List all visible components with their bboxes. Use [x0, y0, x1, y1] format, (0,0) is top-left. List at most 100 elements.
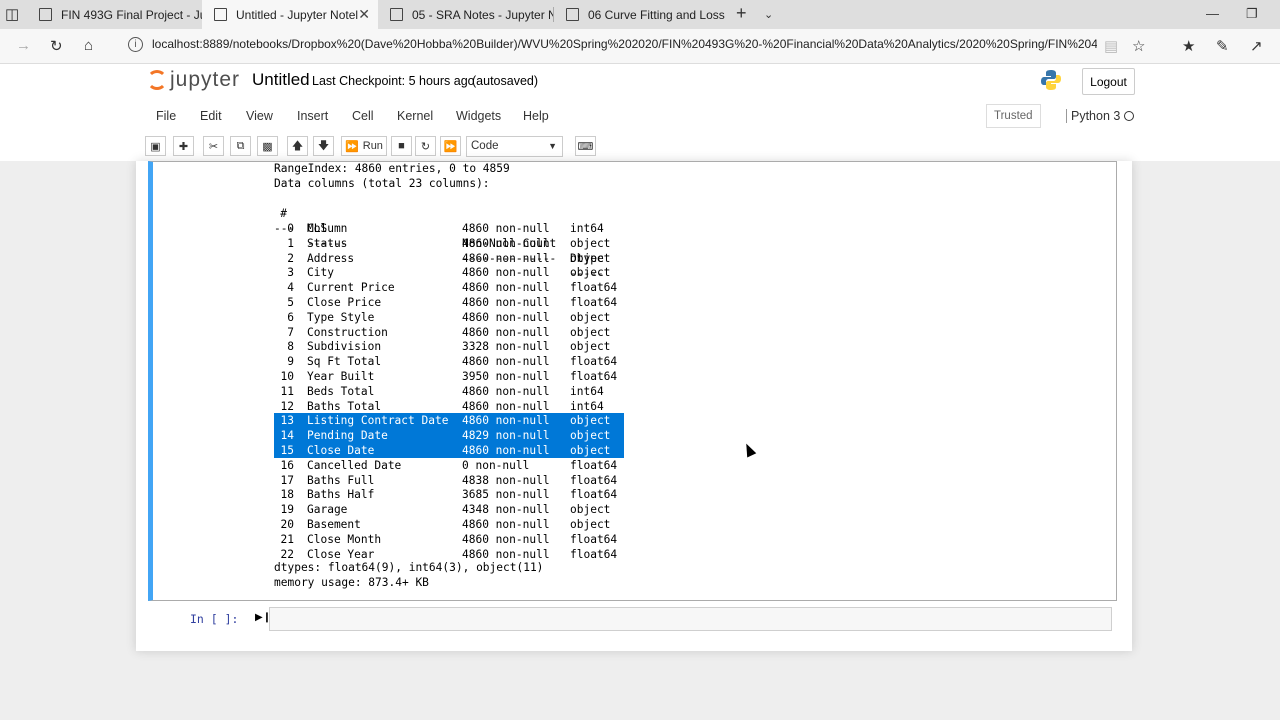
share-icon[interactable]: ↗: [1250, 37, 1263, 55]
row-column: City: [307, 266, 334, 280]
menu-edit[interactable]: Edit: [200, 109, 222, 123]
cut-button[interactable]: ✂: [203, 136, 224, 156]
row-column: Year Built: [307, 370, 375, 383]
paste-button[interactable]: ▩: [257, 136, 278, 156]
arrow-down-icon: 🡇: [317, 139, 330, 152]
browser-tab-label: 06 Curve Fitting and Loss Fu: [588, 7, 729, 22]
favorite-star-icon[interactable]: ☆: [1132, 37, 1145, 55]
back-arrow-icon[interactable]: →: [16, 37, 31, 54]
restart-run-all-button[interactable]: ⏩: [440, 136, 461, 156]
row-column: Sq Ft Total: [307, 355, 382, 369]
output-line: memory usage: 873.4+ KB: [274, 576, 429, 589]
cell-type-select[interactable]: Code ▼: [466, 136, 563, 157]
close-tab-icon[interactable]: ✕: [358, 6, 370, 23]
move-down-button[interactable]: 🡇: [313, 136, 334, 156]
menu-help[interactable]: Help: [523, 109, 549, 123]
row-count: 4860 non-null: [462, 281, 550, 295]
plus-icon: ✚: [178, 140, 189, 153]
kernel-idle-icon: [1124, 111, 1134, 121]
row-dtype: float64: [570, 488, 618, 502]
keyboard-icon: ⌨: [577, 140, 594, 153]
minimize-icon[interactable]: —: [1206, 6, 1219, 21]
row-count: 3950 non-null: [462, 370, 550, 383]
pen-icon[interactable]: ✎: [1216, 37, 1229, 55]
row-dtype: object: [570, 444, 611, 457]
site-info-icon[interactable]: i: [128, 37, 143, 52]
trusted-indicator[interactable]: Trusted: [986, 104, 1041, 128]
row-num: 13: [280, 414, 294, 428]
favorites-icon[interactable]: ★: [1182, 37, 1195, 55]
home-icon[interactable]: ⌂: [84, 37, 93, 54]
tab-list-chevron-icon[interactable]: ⌄: [764, 8, 773, 21]
reading-view-icon[interactable]: ▤: [1104, 37, 1118, 55]
row-num: 15: [280, 444, 294, 457]
notebook-title[interactable]: Untitled: [252, 70, 310, 90]
copy-button[interactable]: ⧉: [230, 136, 251, 156]
table-row: 18 Baths Half 3685 non-null float64: [274, 487, 624, 502]
row-column: Baths Half: [307, 488, 375, 502]
row-column: Status: [307, 236, 348, 250]
command-palette-button[interactable]: ⌨: [575, 136, 596, 156]
row-count: 4860 non-null: [462, 310, 550, 324]
jupyter-logo-icon[interactable]: [147, 70, 167, 90]
row-column: Basement: [307, 518, 361, 531]
restart-icon: ↻: [420, 140, 431, 153]
row-dtype: object: [570, 518, 611, 531]
browser-tab-3[interactable]: 06 Curve Fitting and Loss Fu: [554, 0, 729, 29]
table-row: 12 Baths Total 4860 non-null int64: [274, 399, 624, 414]
row-column: Construction: [307, 325, 388, 339]
address-bar[interactable]: localhost:8889/notebooks/Dropbox%20(Dave…: [152, 37, 1097, 51]
menu-kernel[interactable]: Kernel: [397, 109, 433, 123]
tab-actions-icon[interactable]: ◫: [5, 5, 19, 23]
paste-icon: ▩: [262, 140, 273, 153]
row-dtype: float64: [570, 547, 618, 561]
output-line: dtypes: float64(9), int64(3), object(11): [274, 561, 544, 574]
menu-cell[interactable]: Cell: [352, 109, 374, 123]
table-row: 1 Status 4860 non-null object: [274, 236, 624, 251]
insert-cell-button[interactable]: ✚: [173, 136, 194, 156]
move-up-button[interactable]: 🡅: [287, 136, 308, 156]
row-count: 4829 non-null: [462, 429, 550, 443]
row-dtype: int64: [570, 399, 604, 413]
menu-widgets[interactable]: Widgets: [456, 109, 501, 123]
row-count: 4860 non-null: [462, 251, 550, 265]
copy-icon: ⧉: [236, 139, 245, 152]
row-count: 4860 non-null: [462, 355, 550, 369]
kernel-name[interactable]: Python 3: [1066, 109, 1120, 123]
row-num: 5: [287, 296, 294, 309]
logout-button[interactable]: Logout: [1082, 68, 1135, 95]
row-column: MLS: [307, 222, 328, 235]
menu-insert[interactable]: Insert: [297, 109, 328, 123]
browser-tab-1[interactable]: Untitled - Jupyter Notel ✕: [202, 0, 378, 29]
refresh-icon[interactable]: ↻: [50, 37, 63, 55]
run-button[interactable]: ⏩ Run: [341, 136, 387, 156]
browser-tab-2[interactable]: 05 - SRA Notes - Jupyter Nc: [378, 0, 553, 29]
row-dtype: object: [570, 414, 611, 428]
autosave-status: (autosaved): [472, 74, 539, 88]
restart-button[interactable]: ↻: [415, 136, 436, 156]
output-line: RangeIndex: 4860 entries, 0 to 4859: [274, 162, 510, 175]
table-row: 0 MLS 4860 non-null int64: [274, 221, 624, 236]
browser-tab-label: Untitled - Jupyter Notel: [236, 7, 359, 22]
new-tab-button[interactable]: +: [736, 3, 747, 24]
browser-tab-0[interactable]: FIN 493G Final Project - Jup: [27, 0, 202, 29]
row-column: Subdivision: [307, 340, 382, 354]
interrupt-button[interactable]: ■: [391, 136, 412, 156]
jupyter-logo-text[interactable]: jupyter: [170, 68, 240, 92]
table-row: 14 Pending Date 4829 non-null object: [274, 428, 624, 444]
maximize-icon[interactable]: ❐: [1246, 6, 1258, 22]
row-num: 20: [280, 518, 294, 531]
row-num: 16: [280, 458, 294, 472]
row-num: 4: [287, 281, 294, 295]
browser-tab-bar: ◫ FIN 493G Final Project - Jup Untitled …: [0, 0, 1280, 29]
row-num: 10: [280, 370, 294, 383]
table-row: 5 Close Price 4860 non-null float64: [274, 295, 624, 310]
save-button[interactable]: ▣: [145, 136, 166, 156]
code-input[interactable]: [269, 607, 1112, 631]
row-num: 21: [280, 532, 294, 546]
page-icon: [390, 8, 403, 21]
menu-view[interactable]: View: [246, 109, 273, 123]
menu-file[interactable]: File: [156, 109, 176, 123]
arrow-up-icon: 🡅: [291, 139, 304, 152]
row-dtype: int64: [570, 384, 604, 398]
